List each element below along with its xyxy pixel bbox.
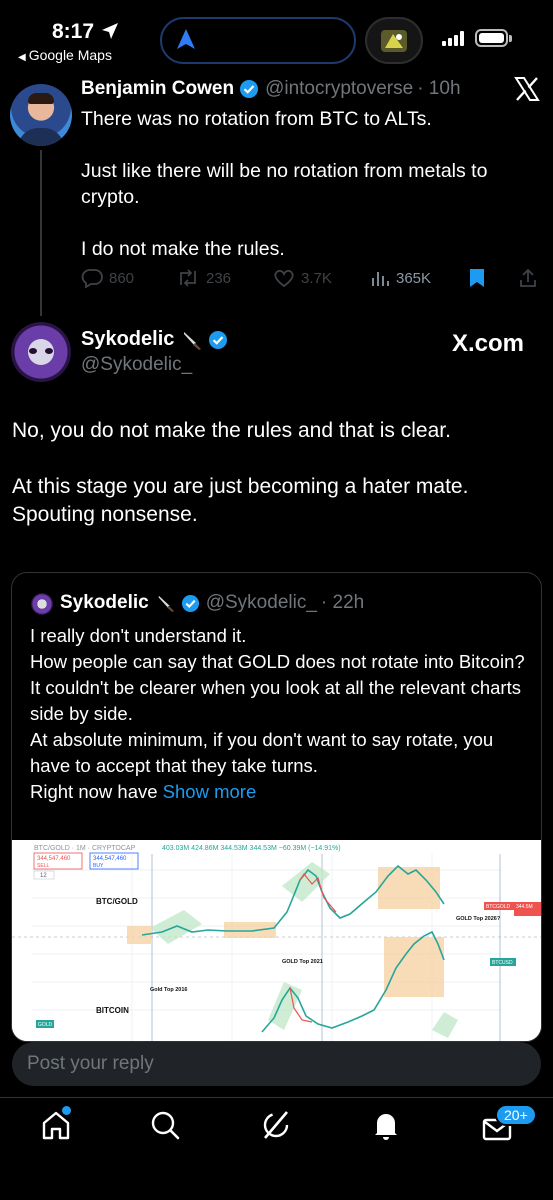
tweet-paragraph: There was no rotation from BTC to ALTs. — [81, 108, 432, 130]
repost-icon — [180, 269, 196, 287]
author-handle: @Sykodelic_ — [205, 592, 317, 613]
quote-line: I really don't understand it. — [30, 625, 247, 646]
tag-price: 344.5M — [516, 904, 533, 910]
author-name: Sykodelic — [60, 592, 149, 613]
author-name[interactable]: Benjamin Cowen — [81, 78, 234, 100]
back-triangle-icon: ◀ — [18, 52, 26, 63]
quote-line: How people can say that GOLD does not ro… — [30, 651, 525, 672]
views-button[interactable]: 365K — [370, 268, 431, 288]
signal-icon — [442, 31, 464, 46]
quote-line: It couldn't be clearer when you look at … — [30, 677, 521, 724]
tag-btcusd: BTCUSD — [492, 960, 513, 966]
author-handle[interactable]: @intocryptoverse — [265, 78, 413, 100]
quoted-tweet[interactable]: Sykodelic @Sykodelic_ · 22h I really don'… — [11, 572, 542, 1042]
divider — [0, 1097, 553, 1098]
verified-badge-icon — [181, 594, 199, 612]
tweet-actions: 860 236 3.7K 365K — [81, 268, 541, 292]
chart-header-values: 403.03M 424.86M 344.53M 344.53M −60.39M … — [162, 845, 341, 852]
tweet-header: Benjamin Cowen @intocryptoverse · 10h — [81, 78, 461, 100]
back-app-label: Google Maps — [28, 47, 112, 63]
annotation-gold-2016: Gold Top 2016 — [150, 987, 188, 993]
messages-badge: 20+ — [495, 1104, 537, 1126]
navigation-arrow-icon — [177, 29, 195, 49]
home-notification-dot — [62, 1106, 71, 1115]
bookmark-icon[interactable] — [468, 268, 486, 288]
reply-input[interactable]: Post your reply — [12, 1042, 541, 1086]
live-activity-thumbnail[interactable] — [365, 17, 423, 64]
heart-icon — [274, 269, 294, 288]
label-btcgold: BTC/GOLD — [96, 897, 138, 906]
tweet-paragraph: No, you do not make the rules and that i… — [12, 419, 451, 442]
avatar — [31, 593, 53, 615]
repost-count: 236 — [206, 269, 232, 287]
verified-badge-icon — [209, 330, 228, 349]
repost-button[interactable]: 236 — [176, 268, 231, 288]
battery-cap — [509, 35, 512, 42]
label-bitcoin: BITCOIN — [96, 1006, 129, 1015]
album-art-icon — [381, 29, 407, 52]
buy-price: 344,547,460 — [93, 856, 127, 862]
quote-line: At absolute minimum, if you don't want t… — [30, 729, 494, 776]
tweet-header: Sykodelic — [81, 328, 228, 351]
thread-connector — [40, 150, 42, 316]
tweet-paragraph: I do not make the rules. — [81, 238, 285, 260]
tweet-text: There was no rotation from BTC to ALTs. … — [81, 106, 531, 288]
knife-icon — [158, 595, 174, 612]
time-ago: · 22h — [320, 592, 365, 613]
author-handle[interactable]: @Sykodelic_ — [81, 354, 192, 376]
status-bar: 8:17 ◀ Google Maps — [0, 0, 553, 78]
brand-watermark: X.com — [452, 330, 525, 357]
reply-count: 860 — [109, 269, 135, 287]
verified-badge-icon — [240, 80, 259, 98]
notifications-bell-icon[interactable] — [369, 1108, 403, 1142]
reply-button[interactable]: 860 — [81, 268, 134, 288]
annotation-gold-2026: GOLD Top 2026? — [456, 916, 501, 922]
battery-icon — [475, 29, 508, 47]
tag-btcgold: BTCGOLD — [486, 904, 511, 910]
avatar[interactable] — [11, 322, 71, 382]
location-arrow-icon — [102, 23, 118, 39]
sell-label: SELL — [37, 863, 49, 869]
sell-price: 344,547,460 — [37, 856, 71, 862]
time-ago: · 10h — [417, 78, 461, 99]
chart-svg: BTC/GOLD · 1M · CRYPTOCAP 403.03M 424.86… — [12, 840, 541, 1041]
show-more-link[interactable]: Show more — [163, 781, 257, 802]
tweet-paragraph: Just like there will be no rotation from… — [81, 160, 488, 208]
back-to-app[interactable]: ◀ Google Maps — [18, 47, 112, 63]
chart-header: BTC/GOLD · 1M · CRYPTOCAP — [34, 845, 136, 852]
tweet-text: No, you do not make the rules and that i… — [12, 417, 542, 557]
label-gold: GOLD — [38, 1022, 53, 1028]
annotation-gold-2021: GOLD Top 2021 — [282, 959, 323, 965]
quote-text: I really don't understand it. How people… — [30, 623, 535, 805]
x-logo-icon — [514, 77, 540, 101]
buy-label: BUY — [93, 863, 104, 869]
author-name[interactable]: Sykodelic — [81, 328, 174, 351]
chart-image[interactable]: BTC/GOLD · 1M · CRYPTOCAP 403.03M 424.86… — [12, 840, 541, 1041]
like-count: 3.7K — [301, 269, 332, 287]
reply-icon — [81, 269, 103, 288]
clock: 8:17 — [52, 20, 95, 43]
share-icon[interactable] — [518, 268, 538, 288]
tweet-paragraph: At this stage you are just becoming a ha… — [12, 475, 469, 526]
views-chart-icon — [372, 272, 389, 286]
quote-line: Right now have — [30, 781, 158, 802]
search-icon[interactable] — [148, 1108, 182, 1142]
views-count: 365K — [396, 269, 432, 287]
grok-icon[interactable] — [259, 1108, 293, 1142]
reply-placeholder: Post your reply — [27, 1053, 154, 1074]
quote-header: Sykodelic @Sykodelic_ · 22h — [60, 592, 364, 614]
like-button[interactable]: 3.7K — [273, 268, 332, 288]
knife-icon — [184, 331, 202, 350]
avatar[interactable] — [10, 84, 72, 146]
small-tag: 12 — [40, 873, 47, 879]
